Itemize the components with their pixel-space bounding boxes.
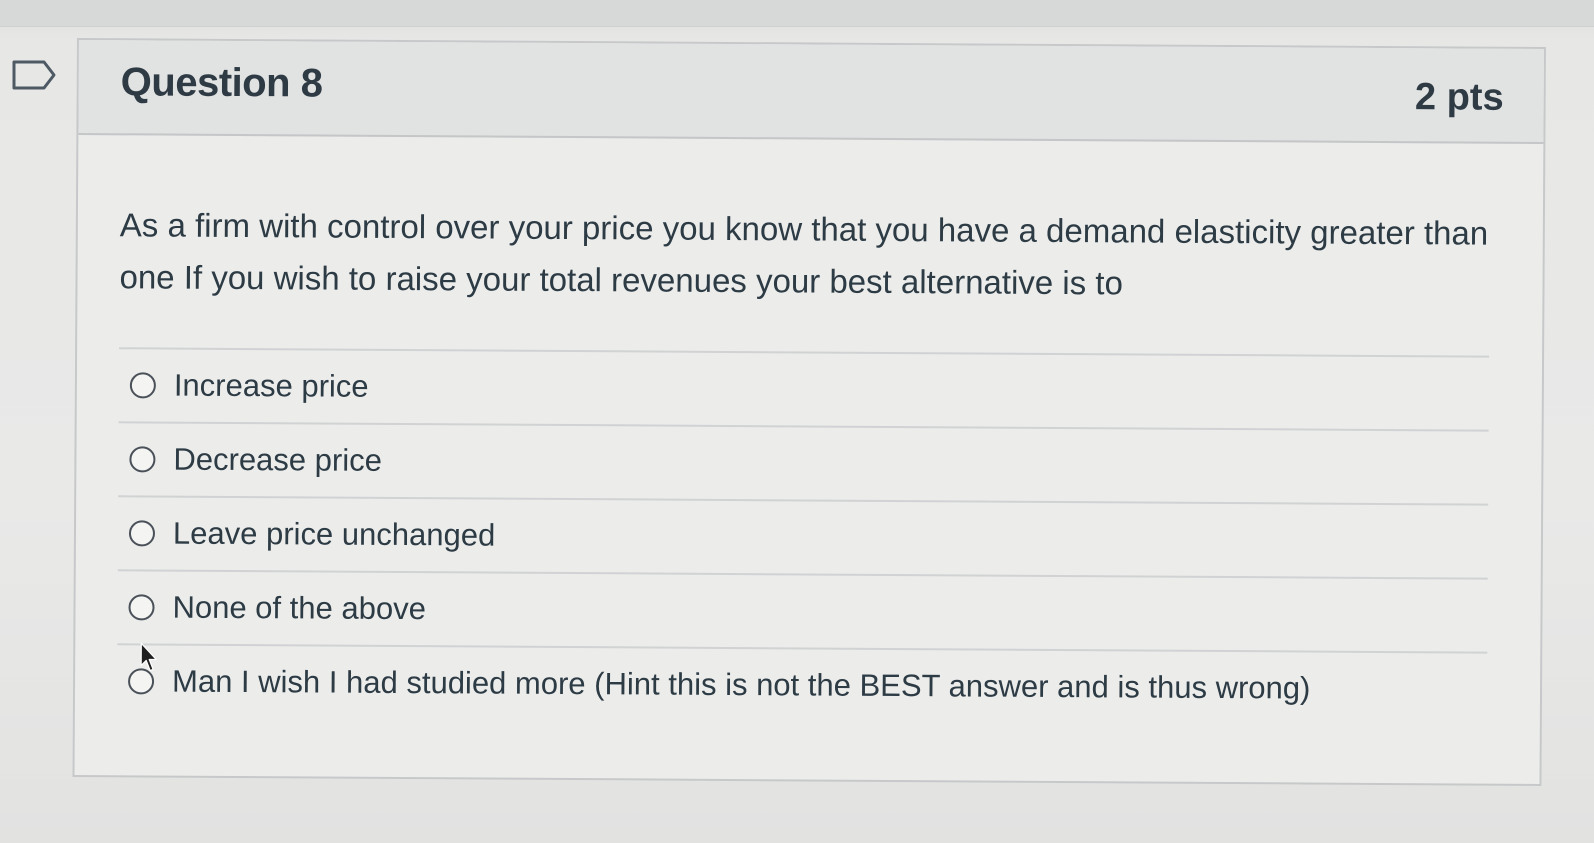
answer-option-decrease-price[interactable]: Decrease price — [118, 421, 1489, 504]
radio-unchecked-icon[interactable] — [129, 446, 156, 473]
answer-label: None of the above — [172, 589, 426, 627]
question-card: Question 8 2 pts As a firm with control … — [72, 38, 1546, 786]
answer-option-none-of-the-above[interactable]: None of the above — [117, 569, 1488, 652]
mouse-pointer-icon — [140, 642, 157, 672]
answer-label: Decrease price — [173, 441, 383, 478]
answer-label: Man I wish I had studied more (Hint this… — [171, 663, 1311, 706]
radio-unchecked-icon[interactable] — [128, 594, 155, 621]
answer-label: Increase price — [173, 367, 369, 404]
answer-option-increase-price[interactable]: Increase price — [118, 347, 1490, 430]
question-text: As a firm with control over your price y… — [119, 206, 1489, 302]
answer-list: Increase price Decrease price Leave pric… — [116, 347, 1490, 726]
answer-label: Leave price unchanged — [172, 515, 496, 553]
answer-option-leave-price-unchanged[interactable]: Leave price unchanged — [117, 495, 1489, 578]
question-header: Question 8 2 pts — [78, 40, 1544, 144]
question-body: As a firm with control over your price y… — [75, 135, 1544, 726]
question-title: Question 8 — [120, 60, 323, 106]
radio-unchecked-icon[interactable] — [128, 520, 156, 547]
answer-option-studied-more[interactable]: Man I wish I had studied more (Hint this… — [116, 642, 1488, 726]
top-strip — [0, 0, 1594, 27]
flag-outline-icon[interactable] — [10, 56, 58, 94]
question-points: 2 pts — [1414, 76, 1504, 119]
quiz-page: Question 8 2 pts As a firm with control … — [0, 0, 1594, 843]
radio-unchecked-icon[interactable] — [129, 372, 156, 399]
